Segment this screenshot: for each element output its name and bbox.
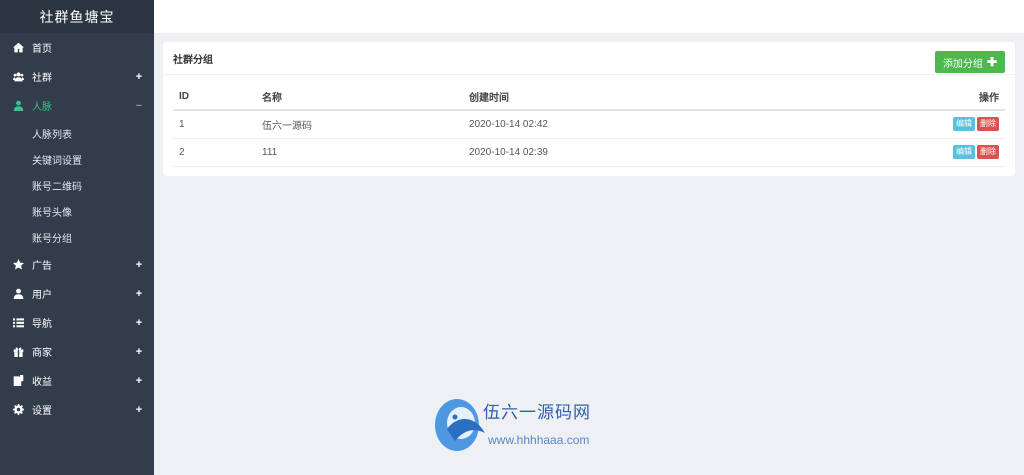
brand-title: 社群鱼塘宝: [0, 0, 154, 33]
expand-toggle[interactable]: +: [134, 317, 144, 329]
sidebar-item-label: 人脉: [32, 102, 52, 113]
sidebar-item-label: 导航: [32, 319, 52, 330]
sidebar-item-label: 社群: [32, 73, 52, 84]
add-group-button[interactable]: 添加分组 ✚: [934, 51, 1005, 73]
table-row: 2 111 2020-10-14 02:39 编辑 删除: [173, 138, 1005, 167]
expand-toggle[interactable]: +: [134, 288, 144, 300]
submenu-item-account-group[interactable]: 账号分组: [0, 224, 154, 250]
sidebar-item-community[interactable]: 社群 +: [0, 62, 154, 91]
table-row: 1 伍六一源码 2020-10-14 02:42 编辑 删除: [173, 110, 1005, 139]
gear-icon: [12, 404, 24, 416]
sidebar-item-label: 设置: [32, 406, 52, 417]
gift-icon: [12, 346, 24, 358]
sidebar-item-users[interactable]: 用户 +: [0, 279, 154, 308]
column-header-name: 名称: [256, 83, 463, 111]
cell-ops: 编辑 删除: [763, 138, 1005, 167]
cell-ops: 编辑 删除: [763, 110, 1005, 139]
expand-toggle[interactable]: +: [134, 346, 144, 358]
sidebar-item-home[interactable]: 首页: [0, 33, 154, 62]
sidebar-item-merchants[interactable]: 商家 +: [0, 337, 154, 366]
sidebar-item-ads[interactable]: 广告 +: [0, 250, 154, 279]
submenu-item-contact-list[interactable]: 人脉列表: [0, 120, 154, 146]
sidebar: 社群鱼塘宝 首页 社群 + 人脉 − 人脉列表 关键词设置 账号二维码 账号头像…: [0, 0, 154, 475]
column-header-ops: 操作: [763, 83, 1005, 111]
cell-id: 2: [173, 138, 256, 167]
cell-id: 1: [173, 110, 256, 139]
submenu-item-account-avatar[interactable]: 账号头像: [0, 198, 154, 224]
column-header-created: 创建时间: [463, 83, 763, 111]
watermark: 伍六一源码网 www.hhhhaaa.com: [433, 393, 653, 463]
table-header-row: ID 名称 创建时间 操作: [173, 83, 1005, 111]
expand-toggle[interactable]: +: [134, 404, 144, 416]
home-icon: [12, 42, 24, 54]
sidebar-item-label: 首页: [32, 44, 52, 55]
collapse-toggle[interactable]: −: [134, 100, 144, 112]
expand-toggle[interactable]: +: [134, 259, 144, 271]
group-table: ID 名称 创建时间 操作 1 伍六一源码 2020-10-14 02:42 编…: [173, 83, 1005, 167]
watermark-url: www.hhhhaaa.com: [488, 433, 590, 447]
edit-button[interactable]: 编辑: [953, 117, 975, 132]
column-header-id: ID: [173, 83, 256, 111]
submenu-item-account-qrcode[interactable]: 账号二维码: [0, 172, 154, 198]
watermark-title: 伍六一源码网: [483, 403, 591, 423]
panel-header: 社群分组 添加分组 ✚: [163, 42, 1015, 75]
edit-button[interactable]: 编辑: [953, 145, 975, 159]
sidebar-menu: 首页 社群 + 人脉 − 人脉列表 关键词设置 账号二维码 账号头像 账号分组 …: [0, 33, 154, 424]
plus-icon: ✚: [986, 55, 997, 69]
delete-button[interactable]: 删除: [977, 145, 999, 159]
delete-button[interactable]: 删除: [977, 117, 999, 132]
sidebar-item-label: 收益: [32, 377, 52, 388]
expand-toggle[interactable]: +: [134, 71, 144, 83]
cell-name: 111: [256, 138, 463, 167]
top-bar: [154, 0, 1024, 33]
sidebar-item-contacts[interactable]: 人脉 −: [0, 91, 154, 120]
sidebar-item-label: 商家: [32, 348, 52, 359]
sidebar-item-earnings[interactable]: 收益 +: [0, 366, 154, 395]
list-icon: [12, 317, 24, 329]
sidebar-item-label: 广告: [32, 261, 52, 272]
sidebar-item-settings[interactable]: 设置 +: [0, 395, 154, 424]
cell-created: 2020-10-14 02:42: [463, 110, 763, 139]
sidebar-item-label: 用户: [32, 290, 52, 301]
user-icon: [12, 288, 24, 300]
group-icon: [12, 71, 24, 83]
contacts-submenu: 人脉列表 关键词设置 账号二维码 账号头像 账号分组: [0, 120, 154, 250]
user-icon: [12, 100, 24, 112]
submenu-item-keyword-settings[interactable]: 关键词设置: [0, 146, 154, 172]
panel-title: 社群分组: [173, 54, 213, 66]
document-icon: [12, 375, 24, 387]
cell-created: 2020-10-14 02:39: [463, 138, 763, 167]
add-group-label: 添加分组: [942, 58, 983, 70]
group-panel: 社群分组 添加分组 ✚ ID 名称 创建时间 操作 1 伍六一源码 2020-1…: [163, 42, 1015, 176]
sidebar-item-navigation[interactable]: 导航 +: [0, 308, 154, 337]
cell-name: 伍六一源码: [256, 110, 463, 139]
star-icon: [12, 259, 24, 271]
expand-toggle[interactable]: +: [134, 375, 144, 387]
